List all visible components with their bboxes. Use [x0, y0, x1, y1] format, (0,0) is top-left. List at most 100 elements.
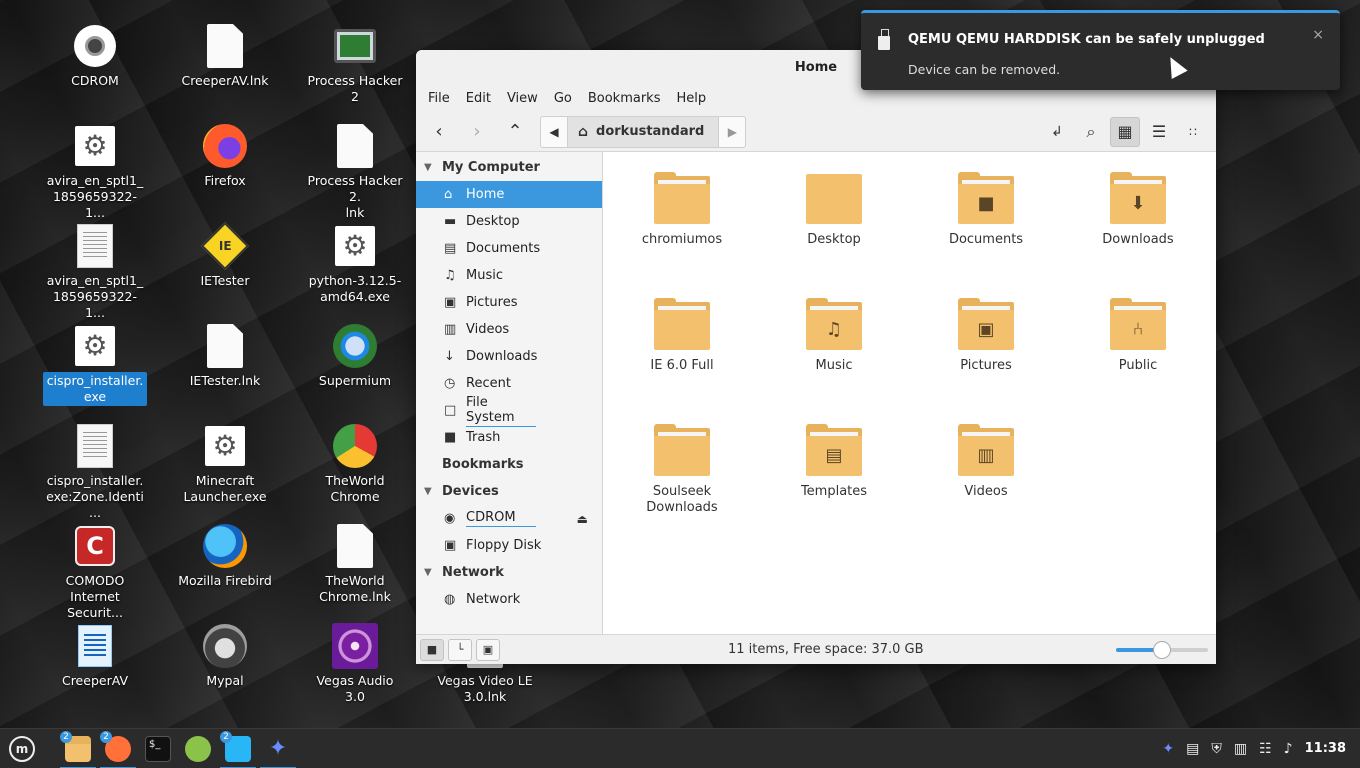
menu-file[interactable]: File	[420, 91, 458, 106]
network-icon[interactable]: ☷	[1259, 741, 1272, 757]
taskbar-app-files[interactable]: 2	[58, 729, 98, 768]
menu-edit[interactable]: Edit	[458, 91, 499, 106]
menu-help[interactable]: Help	[668, 91, 714, 106]
folder-item[interactable]: ⑃ Public	[1078, 298, 1198, 374]
sidebar-item-pictures[interactable]: ▣ Pictures	[416, 289, 602, 316]
close-icon[interactable]: ×	[1312, 27, 1324, 43]
notification-body: Device can be removed.	[908, 62, 1061, 77]
notification-popup[interactable]: QEMU QEMU HARDDISK can be safely unplugg…	[861, 10, 1340, 90]
folder-item[interactable]: chromiumos	[622, 172, 742, 248]
list-view-button[interactable]: ☰	[1144, 117, 1174, 147]
drive-icon: □	[444, 403, 457, 418]
desktop-icon-item[interactable]: Mozilla Firebird	[173, 522, 277, 590]
clock[interactable]: 11:38	[1305, 741, 1346, 756]
sidebar-item-trash[interactable]: ■ Trash	[416, 424, 602, 451]
desktop-icon-item[interactable]: CreeperAV	[43, 622, 147, 690]
zoom-slider[interactable]	[1116, 640, 1208, 659]
search-button[interactable]: ⌕	[1076, 117, 1106, 147]
compact-view-button[interactable]: ∷	[1178, 117, 1208, 147]
desktop-icon-item[interactable]: CDROM	[43, 22, 147, 90]
taskbar-app-firefox[interactable]: 2	[98, 729, 138, 768]
start-menu-button[interactable]: m	[0, 729, 44, 768]
sidebar-section-devices[interactable]: ▼ Devices	[416, 478, 602, 505]
folder-item[interactable]: Desktop	[774, 172, 894, 248]
up-button[interactable]: ⌃	[500, 117, 530, 147]
sidebar-item-desktop[interactable]: ▬ Desktop	[416, 208, 602, 235]
folder-item[interactable]: ⬇ Downloads	[1078, 172, 1198, 248]
sidebar-item-downloads[interactable]: ↓ Downloads	[416, 343, 602, 370]
sidebar-section-network[interactable]: ▼ Network	[416, 559, 602, 586]
sidebar-item-videos[interactable]: ▥ Videos	[416, 316, 602, 343]
folder-item[interactable]: IE 6.0 Full	[622, 298, 742, 374]
sidebar-item-cdrom[interactable]: ◉ CDROM ⏏	[416, 505, 602, 532]
desktop-icon-item[interactable]: Supermium	[303, 322, 407, 390]
taskbar-app-dolphin[interactable]: 2	[218, 729, 258, 768]
folder-item[interactable]: ■ Documents	[926, 172, 1046, 248]
sidebar-item-floppy[interactable]: ▣ Floppy Disk	[416, 532, 602, 559]
desktop-icon-item[interactable]: ⚙ cispro_installer. exe	[43, 322, 147, 406]
places-toggle-button[interactable]: ■	[420, 638, 444, 661]
folder-item-label: Public	[1118, 358, 1158, 373]
document-icon	[201, 322, 249, 370]
mint-logo-icon: m	[9, 735, 35, 762]
sidebar-item-recent[interactable]: ◷ Recent	[416, 370, 602, 397]
sidebar-item-home[interactable]: ⌂ Home	[416, 181, 602, 208]
desktop-icon-item[interactable]: TheWorld Chrome	[303, 422, 407, 506]
icon-view-button[interactable]: ▦	[1110, 116, 1140, 147]
folder-item[interactable]: ▣ Pictures	[926, 298, 1046, 374]
sidebar-item-label: CDROM	[466, 510, 536, 527]
sidebar-toggle-button[interactable]: ▣	[476, 638, 500, 661]
update-icon[interactable]: ▥	[1234, 741, 1247, 757]
taskbar-app-firebird[interactable]: ✦	[258, 729, 298, 768]
tree-toggle-button[interactable]: └	[448, 638, 472, 661]
desktop-icon-item[interactable]: C COMODO Internet Securit...	[43, 522, 147, 622]
desktop-icon-item[interactable]: Mypal	[173, 622, 277, 690]
volume-icon[interactable]: ♪	[1284, 741, 1293, 757]
desktop-icon-item[interactable]: Vegas Audio 3.0	[303, 622, 407, 706]
desktop-icon-item[interactable]: TheWorld Chrome.lnk	[303, 522, 407, 606]
menu-bookmarks[interactable]: Bookmarks	[580, 91, 669, 106]
sidebar-item-network[interactable]: ◍ Network	[416, 586, 602, 613]
back-button[interactable]: ‹	[424, 117, 454, 147]
folder-item[interactable]: ▤ Templates	[774, 424, 894, 500]
sidebar-item-file-system[interactable]: □ File System	[416, 395, 602, 427]
sidebar-item-documents[interactable]: ▤ Documents	[416, 235, 602, 262]
desktop-icon-item[interactable]: cispro_installer. exe:Zone.Identi...	[43, 422, 147, 522]
desktop-icon-item[interactable]: Firefox	[173, 122, 277, 190]
triangle-left-icon: ◀	[549, 124, 559, 139]
desktop-icon-item[interactable]: ⚙ Minecraft Launcher.exe	[173, 422, 277, 506]
sidebar-section-bookmarks[interactable]: Bookmarks	[416, 451, 602, 478]
desktop-icon-item[interactable]: ⚙ python-3.12.5- amd64.exe	[303, 222, 407, 306]
folder-item[interactable]: ♫ Music	[774, 298, 894, 374]
menu-view[interactable]: View	[499, 91, 546, 106]
folder-item[interactable]: ▥ Videos	[926, 424, 1046, 500]
desktop-icon-item[interactable]: IETester.lnk	[173, 322, 277, 390]
shield-icon[interactable]: ⛨	[1211, 741, 1222, 757]
process-hacker-icon	[331, 22, 379, 70]
taskbar-app-calculator[interactable]	[178, 729, 218, 768]
taskbar-app-terminal[interactable]: $_	[138, 729, 178, 768]
folder-item-label: IE 6.0 Full	[650, 358, 714, 373]
path-crumb-home[interactable]: ⌂ dorkustandard	[567, 116, 720, 147]
path-right-button[interactable]: ▶	[719, 117, 745, 147]
folder-item[interactable]: Soulseek Downloads	[622, 424, 742, 516]
desktop-icon-item[interactable]: CreeperAV.lnk	[173, 22, 277, 90]
sidebar-item-music[interactable]: ♫ Music	[416, 262, 602, 289]
desktop-icon-label: Vegas Audio 3.0	[316, 673, 394, 704]
desktop-icon-item[interactable]: ⚙ avira_en_sptl1_ 1859659322-1...	[43, 122, 147, 222]
sidebar-section-my-computer[interactable]: ▼ My Computer	[416, 154, 602, 181]
location-toggle-button[interactable]: ↲	[1042, 117, 1072, 147]
desktop-icon-label: TheWorld Chrome	[325, 473, 385, 504]
forward-button[interactable]: ›	[462, 117, 492, 147]
clipboard-icon[interactable]: ▤	[1186, 741, 1199, 757]
menu-go[interactable]: Go	[546, 91, 580, 106]
desktop-icon-item[interactable]: avira_en_sptl1_ 1859659322-1...	[43, 222, 147, 322]
firebird-tray-icon[interactable]: ✦	[1162, 741, 1174, 757]
desktop-icon-item[interactable]: Process Hacker 2. lnk	[303, 122, 407, 222]
eject-icon[interactable]: ⏏	[577, 512, 588, 526]
desktop-icon-item[interactable]: Process Hacker 2	[303, 22, 407, 106]
path-left-button[interactable]: ◀	[541, 117, 567, 147]
zoom-slider-knob[interactable]	[1153, 640, 1171, 659]
view-buttons: ↲ ⌕ ▦ ☰ ∷	[1042, 116, 1208, 147]
desktop-icon-item[interactable]: IE IETester	[173, 221, 277, 290]
